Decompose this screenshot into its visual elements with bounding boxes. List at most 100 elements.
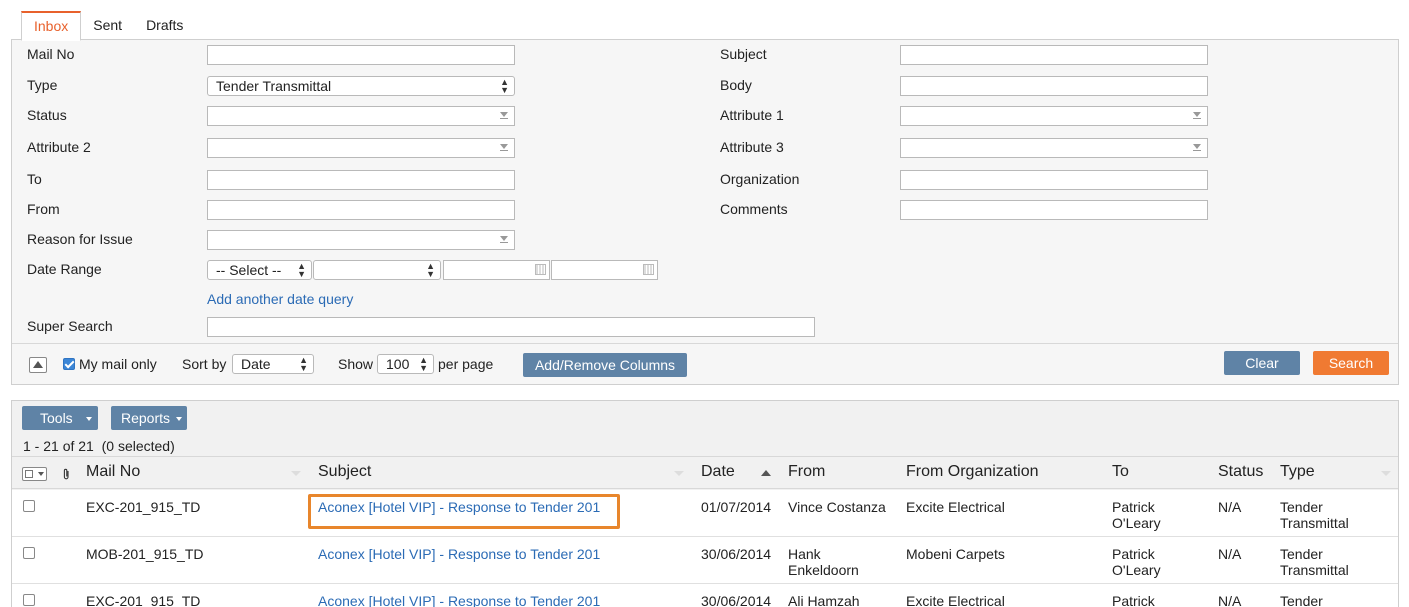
attribute3-combo[interactable] <box>900 138 1208 158</box>
subject-link[interactable]: Aconex [Hotel VIP] - Response to Tender … <box>318 593 600 607</box>
updown-arrow-icon: ▲ ▼ <box>500 77 509 95</box>
subject-input[interactable] <box>900 45 1208 65</box>
updown-arrow-icon: ▲ ▼ <box>299 355 308 373</box>
per-page-select[interactable]: 100 ▲ ▼ <box>377 354 434 374</box>
reports-button[interactable]: Reports <box>111 406 187 430</box>
dropdown-line-icon <box>500 118 508 119</box>
tab-sent[interactable]: Sent <box>81 11 134 40</box>
result-count: 1 - 21 of 21 (0 selected) <box>23 438 175 454</box>
add-date-query-link[interactable]: Add another date query <box>207 291 353 307</box>
caret-down-icon <box>38 472 44 476</box>
super-search-input[interactable] <box>207 317 815 337</box>
sort-icon[interactable] <box>674 471 684 476</box>
dropdown-icon <box>1193 112 1201 117</box>
mail-no-label: Mail No <box>27 46 75 62</box>
tab-drafts[interactable]: Drafts <box>134 11 195 40</box>
tools-button[interactable]: Tools <box>22 406 98 430</box>
sort-ascending-icon[interactable] <box>761 470 771 476</box>
to-cell: Patrick O'Leary <box>1112 593 1155 607</box>
select-all-checkbox[interactable] <box>25 470 33 478</box>
organization-label: Organization <box>720 171 800 187</box>
subject-link[interactable]: Aconex [Hotel VIP] - Response to Tender … <box>318 546 600 562</box>
type-select-value: Tender Transmittal <box>216 78 332 94</box>
caret-down-icon <box>176 417 182 421</box>
table-row[interactable]: EXC-201_915_TD Aconex [Hotel VIP] - Resp… <box>12 584 1398 607</box>
attribute3-label: Attribute 3 <box>720 139 784 155</box>
table-row[interactable]: MOB-201_915_TD Aconex [Hotel VIP] - Resp… <box>12 537 1398 584</box>
col-type[interactable]: Type <box>1280 463 1315 481</box>
org-cell: Excite Electrical <box>906 499 1005 515</box>
clear-button[interactable]: Clear <box>1224 351 1300 375</box>
search-button[interactable]: Search <box>1313 351 1389 375</box>
col-date[interactable]: Date <box>701 463 735 481</box>
comments-label: Comments <box>720 201 788 217</box>
col-status[interactable]: Status <box>1218 463 1263 481</box>
super-search-label: Super Search <box>27 318 113 334</box>
from-cell: Vince Costanza <box>788 499 886 515</box>
attribute2-combo[interactable] <box>207 138 515 158</box>
row-checkbox[interactable] <box>23 547 35 559</box>
mail-no-cell: EXC-201_915_TD <box>86 593 201 607</box>
status-cell: N/A <box>1218 546 1242 562</box>
show-label: Show <box>338 356 374 372</box>
search-footer: My mail only Sort by Date ▲ ▼ Show 100 ▲ ▼… <box>12 343 1398 384</box>
date-cell: 01/07/2014 <box>701 499 772 515</box>
calendar-icon[interactable] <box>643 264 654 275</box>
date-from-input[interactable] <box>443 260 550 280</box>
comments-input[interactable] <box>900 200 1208 220</box>
dropdown-icon <box>500 112 508 117</box>
status-combo[interactable] <box>207 106 515 126</box>
type-select[interactable]: Tender Transmittal ▲ ▼ <box>207 76 515 96</box>
body-label: Body <box>720 77 752 93</box>
my-mail-only-label: My mail only <box>79 356 157 372</box>
col-to[interactable]: To <box>1112 463 1129 481</box>
reason-combo[interactable] <box>207 230 515 250</box>
sort-by-label: Sort by <box>182 356 227 372</box>
date-field-select[interactable]: ▲ ▼ <box>313 260 441 280</box>
table-row[interactable]: EXC-201_915_TD Aconex [Hotel VIP] - Resp… <box>12 490 1398 537</box>
mail-no-input[interactable] <box>207 45 515 65</box>
mail-no-cell: MOB-201_915_TD <box>86 546 204 562</box>
attribute1-combo[interactable] <box>900 106 1208 126</box>
table-header: Mail No Subject Date From From Organizat… <box>12 456 1398 489</box>
tab-inbox[interactable]: Inbox <box>21 11 82 41</box>
sort-icon[interactable] <box>291 471 301 476</box>
type-cell: Tender Transmittal <box>1280 546 1349 578</box>
dropdown-icon <box>1193 144 1201 149</box>
col-from[interactable]: From <box>788 463 825 481</box>
per-page-value: 100 <box>386 356 410 372</box>
org-cell: Mobeni Carpets <box>906 546 1005 562</box>
selected-count: (0 selected) <box>101 438 175 454</box>
my-mail-only-checkbox[interactable] <box>63 358 75 370</box>
col-subject[interactable]: Subject <box>318 463 371 481</box>
add-remove-columns-button[interactable]: Add/Remove Columns <box>523 353 687 377</box>
mail-tabs: Inbox Sent Drafts <box>21 11 195 41</box>
collapse-toggle[interactable] <box>29 357 47 373</box>
body-input[interactable] <box>900 76 1208 96</box>
date-range-select[interactable]: -- Select -- ▲ ▼ <box>207 260 312 280</box>
sort-by-select[interactable]: Date ▲ ▼ <box>232 354 314 374</box>
to-cell: Patrick O'Leary <box>1112 546 1161 578</box>
col-from-organization[interactable]: From Organization <box>906 463 1039 481</box>
status-label: Status <box>27 107 67 123</box>
col-mail-no[interactable]: Mail No <box>86 463 140 481</box>
dropdown-line-icon <box>500 150 508 151</box>
to-cell: Patrick O'Leary <box>1112 499 1161 531</box>
tools-label: Tools <box>40 410 73 426</box>
subject-link[interactable]: Aconex [Hotel VIP] - Response to Tender … <box>318 499 600 515</box>
from-input[interactable] <box>207 200 515 220</box>
sort-icon[interactable] <box>1381 471 1391 476</box>
status-cell: N/A <box>1218 593 1242 607</box>
type-cell: Tender Transmittal <box>1280 593 1323 607</box>
type-cell: Tender Transmittal <box>1280 499 1349 531</box>
row-checkbox[interactable] <box>23 500 35 512</box>
select-all-dropdown[interactable] <box>22 467 47 481</box>
calendar-icon[interactable] <box>535 264 546 275</box>
dropdown-icon <box>500 236 508 241</box>
to-input[interactable] <box>207 170 515 190</box>
row-checkbox[interactable] <box>23 594 35 606</box>
date-to-input[interactable] <box>551 260 658 280</box>
org-cell: Excite Electrical <box>906 593 1005 607</box>
dropdown-line-icon <box>1193 150 1201 151</box>
organization-input[interactable] <box>900 170 1208 190</box>
